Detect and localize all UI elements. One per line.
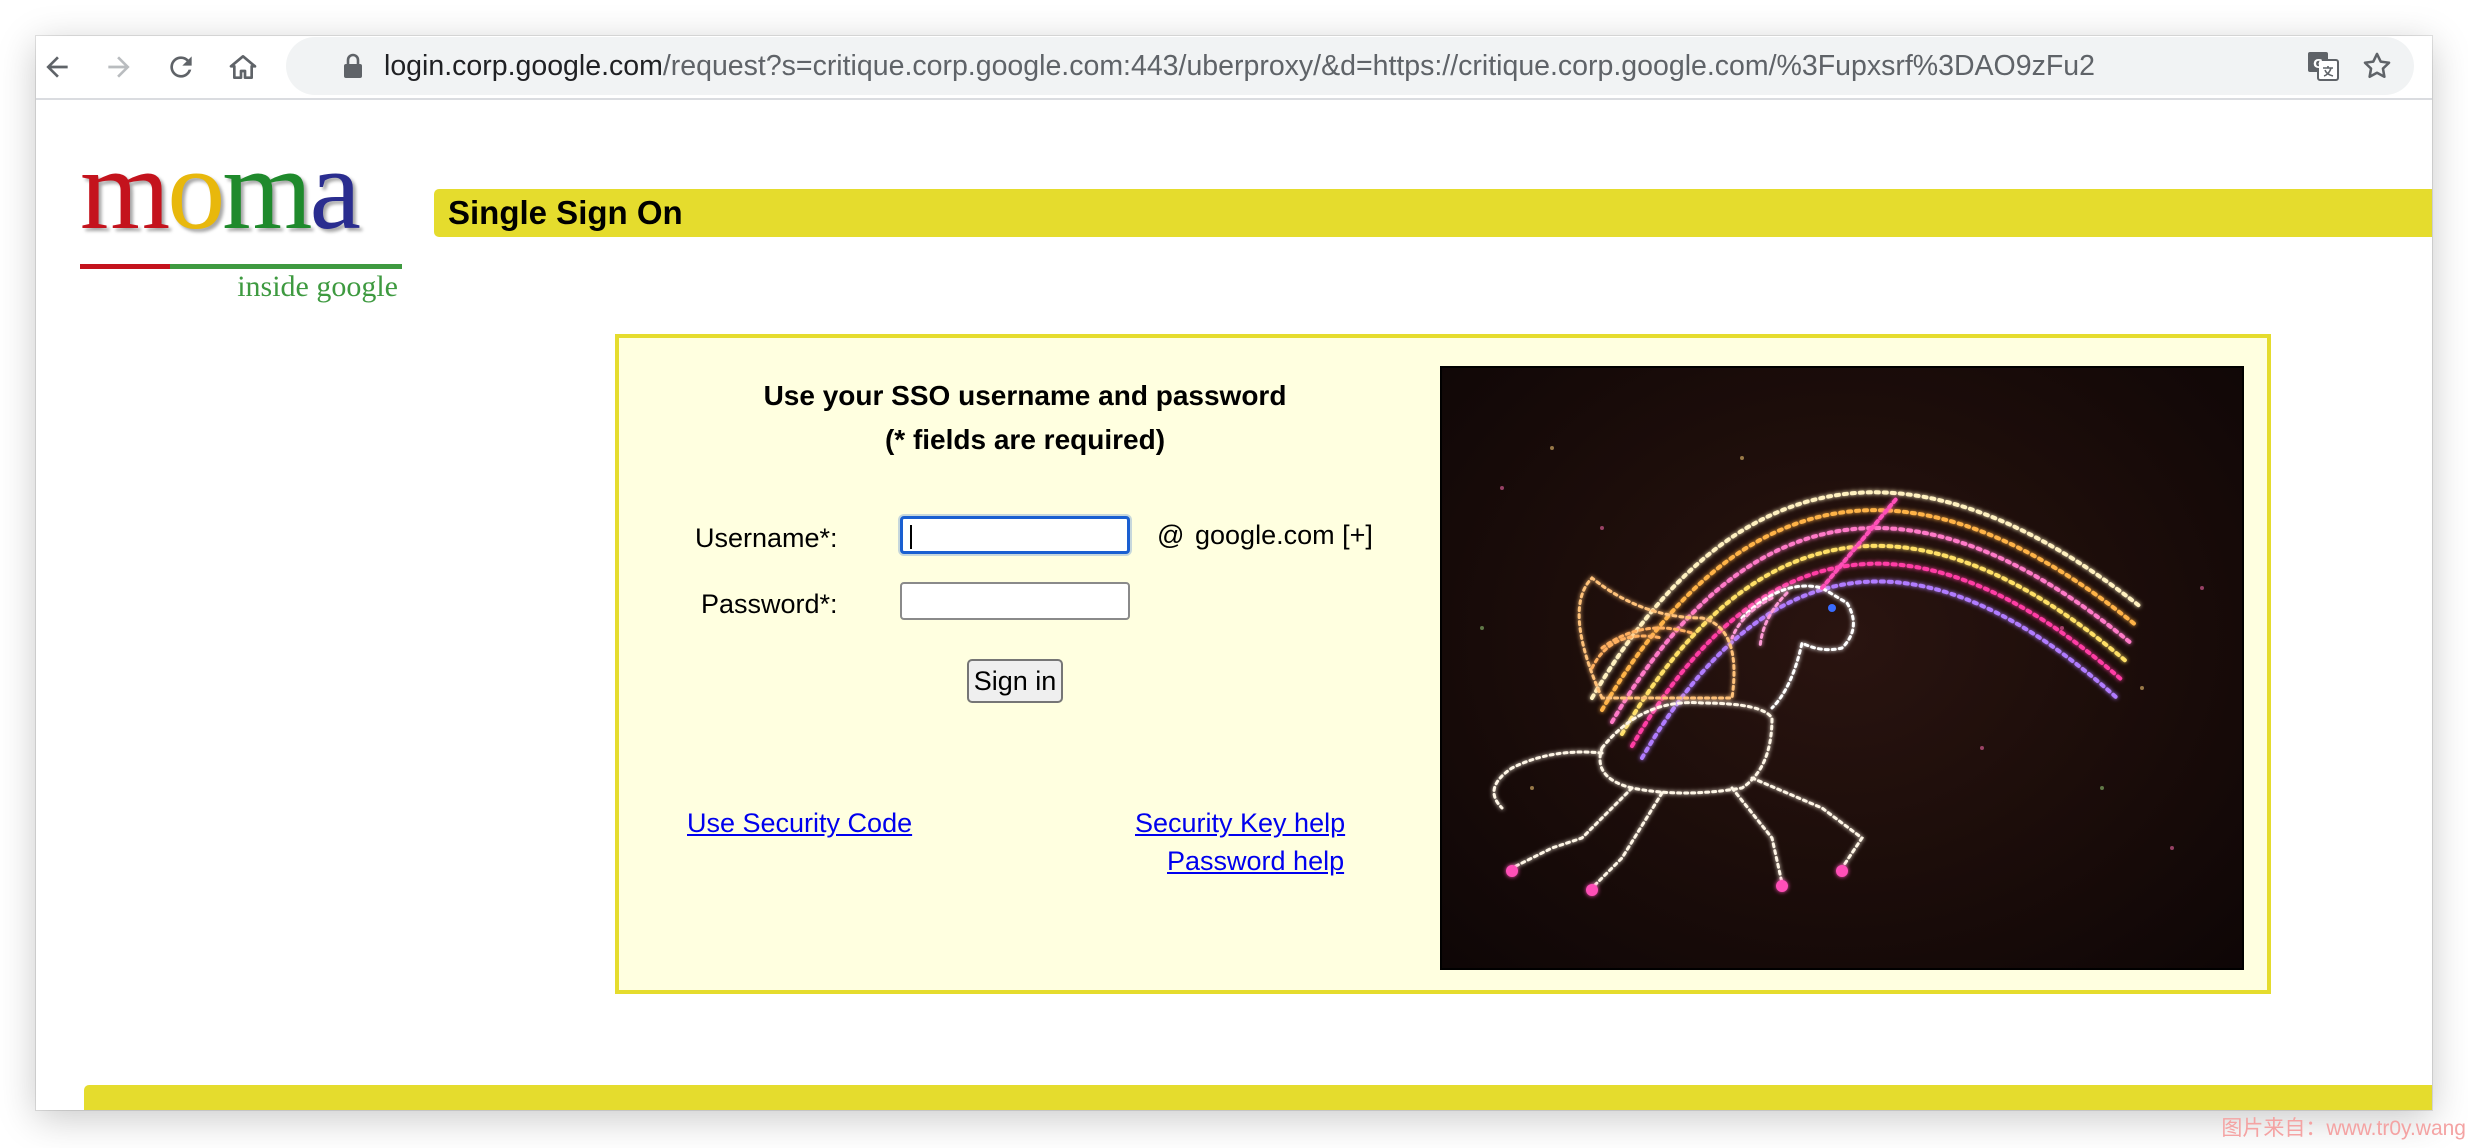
back-button[interactable]	[36, 46, 78, 88]
logo-letter: m	[80, 126, 170, 254]
footer-bar	[84, 1085, 2432, 1110]
use-security-code-link[interactable]: Use Security Code	[687, 808, 912, 839]
logo-letter: m	[222, 126, 312, 254]
unicorn-lights-photo	[1440, 366, 2244, 970]
login-panel: Use your SSO username and password (* fi…	[615, 334, 2271, 994]
moma-logo[interactable]: moma inside google	[80, 132, 420, 303]
svg-text:G: G	[2313, 57, 2323, 71]
sign-in-button[interactable]: Sign in	[967, 659, 1063, 703]
page-title: Single Sign On	[448, 194, 683, 231]
home-icon	[229, 55, 257, 79]
username-field[interactable]	[900, 516, 1130, 554]
password-help-link[interactable]: Password help	[1167, 846, 1344, 877]
forward-button[interactable]	[98, 46, 140, 88]
home-button[interactable]	[222, 46, 264, 88]
url-path: /request?s=critique.corp.google.com:443/…	[662, 50, 2094, 82]
watermark-text: 图片来自：www.tr0y.wang	[2221, 1117, 2466, 1140]
at-sign: @	[1157, 520, 1185, 550]
logo-tagline: inside google	[237, 270, 398, 303]
bookmark-star-icon[interactable]	[2360, 49, 2394, 83]
unicorn-rainbow-illustration	[1480, 446, 2204, 896]
text-caret	[910, 525, 912, 549]
logo-letter: a	[309, 126, 360, 254]
security-key-help-link[interactable]: Security Key help	[1135, 808, 1345, 839]
password-label: Password*:	[701, 589, 838, 619]
address-bar[interactable]: login.corp.google.com/request?s=critique…	[286, 37, 2414, 95]
header-bar: Single Sign On	[434, 189, 2432, 237]
url-host: login.corp.google.com	[384, 50, 663, 82]
arrow-right-icon	[108, 56, 130, 78]
logo-wordmark: moma	[80, 132, 361, 248]
browser-toolbar: login.corp.google.com/request?s=critique…	[36, 36, 2432, 100]
domain-selector[interactable]: google.com [+]	[1195, 520, 1373, 551]
logo-underline	[80, 264, 402, 269]
lock-icon	[344, 53, 362, 78]
username-label: Username*:	[695, 523, 838, 553]
login-heading: Use your SSO username and password (* fi…	[655, 374, 1395, 462]
arrow-left-icon	[46, 56, 68, 78]
required-note: (* fields are required)	[884, 424, 1166, 455]
password-field[interactable]	[900, 582, 1130, 620]
translate-icon[interactable]: G	[2306, 49, 2340, 83]
reload-button[interactable]	[160, 46, 202, 88]
browser-window: login.corp.google.com/request?s=critique…	[36, 36, 2432, 1110]
url-text[interactable]: login.corp.google.com/request?s=critique…	[384, 37, 2094, 95]
page-content: moma inside google Single Sign On Use yo…	[36, 100, 2432, 1110]
login-instructions: Use your SSO username and password	[763, 380, 1287, 411]
reload-icon	[170, 56, 192, 78]
logo-letter: o	[167, 126, 225, 254]
